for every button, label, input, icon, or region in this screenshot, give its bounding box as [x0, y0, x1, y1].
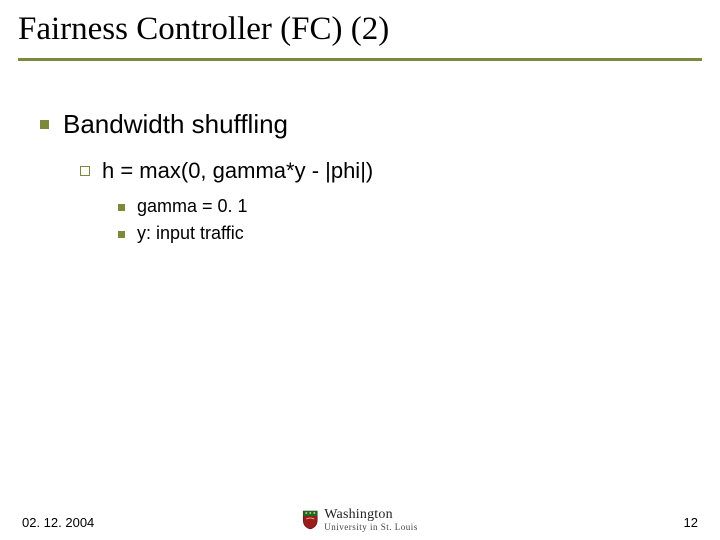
bullet-level1-text: Bandwidth shuffling — [63, 109, 288, 140]
logo-text-top: Washington — [324, 508, 418, 522]
bullet-level2: h = max(0, gamma*y - |phi|) — [80, 158, 720, 184]
logo-text-bottom: University in St. Louis — [324, 523, 418, 532]
university-logo: Washington University in St. Louis — [302, 508, 418, 532]
bullet-level2-text: h = max(0, gamma*y - |phi|) — [102, 158, 373, 184]
logo-text: Washington University in St. Louis — [324, 508, 418, 532]
slide: Fairness Controller (FC) (2) Bandwidth s… — [0, 0, 720, 540]
slide-title: Fairness Controller (FC) (2) — [18, 10, 720, 56]
footer-page-number: 12 — [684, 515, 698, 530]
bullet-level3: gamma = 0. 1 — [118, 196, 720, 217]
footer-date: 02. 12. 2004 — [22, 515, 94, 530]
title-area: Fairness Controller (FC) (2) — [0, 0, 720, 61]
square-outline-bullet-icon — [80, 166, 90, 176]
bullet-level1: Bandwidth shuffling — [40, 109, 720, 140]
square-bullet-icon — [118, 231, 125, 238]
square-bullet-icon — [118, 204, 125, 211]
square-bullet-icon — [40, 120, 49, 129]
shield-icon — [302, 510, 318, 530]
slide-body: Bandwidth shuffling h = max(0, gamma*y -… — [0, 61, 720, 244]
bullet-level3-text: y: input traffic — [137, 223, 244, 244]
bullet-level3: y: input traffic — [118, 223, 720, 244]
bullet-level3-text: gamma = 0. 1 — [137, 196, 248, 217]
